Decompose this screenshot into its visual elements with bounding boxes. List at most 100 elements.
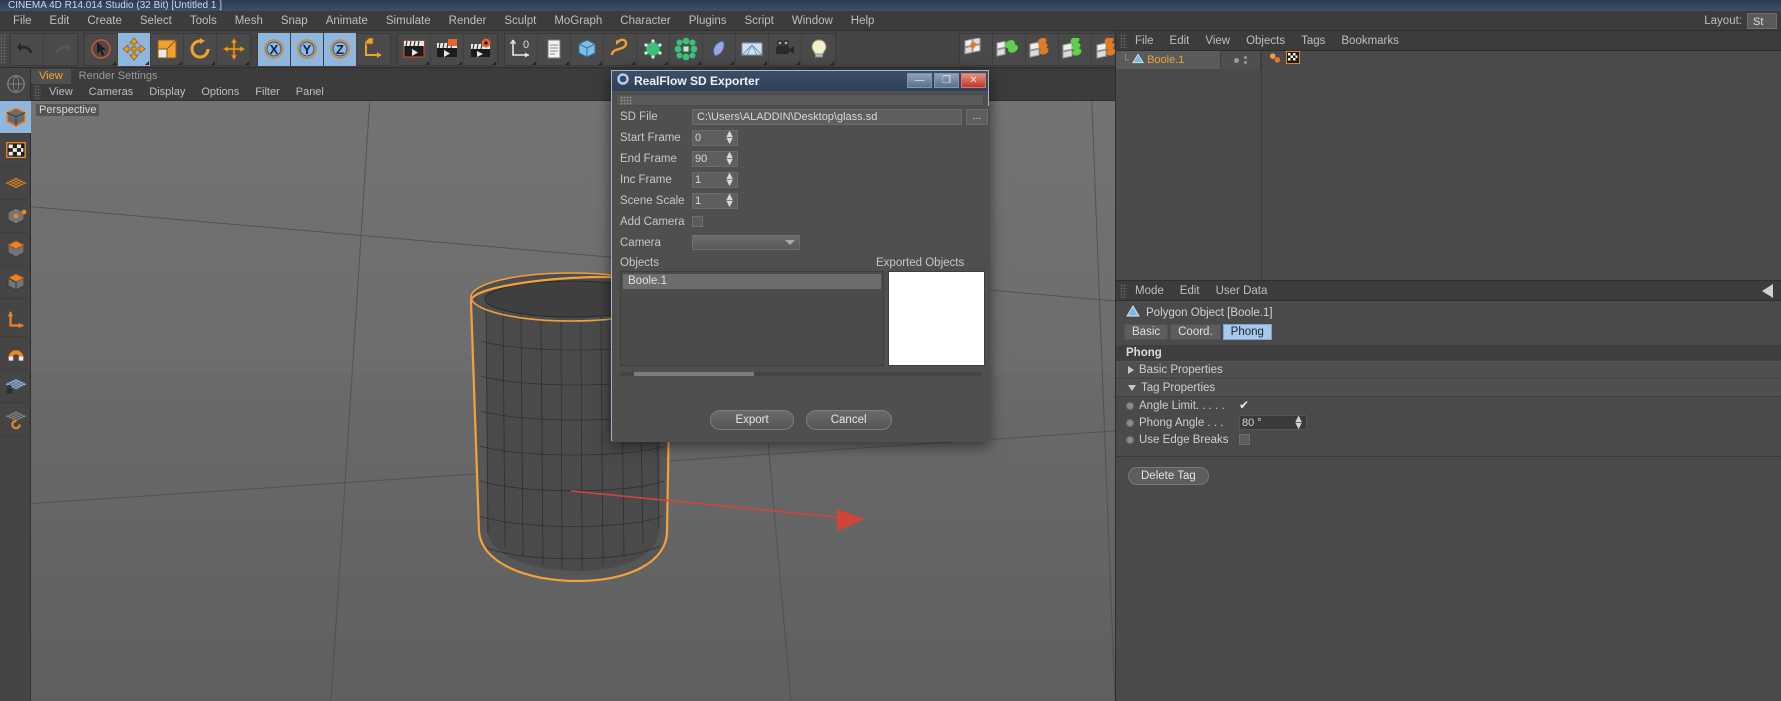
menu-item-edit[interactable]: Edit [41,13,79,29]
spinner-icon[interactable]: ▲ ▼ [724,149,735,167]
object-visibility-dots[interactable] [1221,51,1261,69]
array-modelling-button[interactable] [670,32,703,66]
scene-scale-input[interactable]: 1 ▲ ▼ [692,191,738,209]
tab-phong[interactable]: Phong [1222,324,1272,340]
viewport-menu-grip[interactable] [34,85,41,99]
viewport-menu-cameras[interactable]: Cameras [81,85,142,99]
viewport-tab-view[interactable]: View [31,69,71,84]
object-name-cell[interactable]: └ Boole.1 [1116,51,1221,69]
viewport-menu-panel[interactable]: Panel [288,85,332,99]
object-manager-grip[interactable] [1120,33,1127,48]
edge-snap-button[interactable] [1026,32,1059,66]
group-basic-properties[interactable]: Basic Properties [1116,361,1781,379]
modelling-axis-button[interactable] [217,33,250,66]
layout-value[interactable]: St [1747,13,1777,29]
lock-x-axis-button[interactable]: X [258,32,291,66]
start-frame-input[interactable]: 0 ▲ ▼ [692,128,738,146]
scale-tool-button[interactable] [151,32,184,66]
world-object-axis-button[interactable] [357,33,390,66]
menu-item-character[interactable]: Character [611,13,680,29]
menu-item-simulate[interactable]: Simulate [377,13,440,29]
environment-button[interactable] [736,32,769,66]
render-view-button[interactable] [398,32,431,66]
menu-item-help[interactable]: Help [842,13,884,29]
sd-file-input[interactable]: C:\Users\ALADDIN\Desktop\glass.sd [692,108,962,125]
object-axis-mode-button[interactable] [0,266,31,299]
null-object-button[interactable]: 0 [505,32,538,66]
dialog-grip-dots[interactable] [620,95,632,105]
group-tag-properties[interactable]: Tag Properties [1116,379,1781,397]
layout-selector[interactable]: Layout: St [1704,13,1777,29]
dialog-maximize-button[interactable]: ❐ [934,73,959,88]
live-selection-button[interactable] [85,32,118,66]
object-menu-edit[interactable]: Edit [1162,34,1198,48]
dialog-horizontal-scrollbar[interactable] [620,372,982,376]
lock-workplane-button[interactable] [0,370,31,403]
end-frame-input[interactable]: 90 ▲ ▼ [692,149,738,167]
tab-basic[interactable]: Basic [1124,324,1169,340]
export-button[interactable]: Export [710,410,794,430]
object-manager-tree[interactable]: └ Boole.1 [1116,51,1781,279]
object-row-boole1[interactable]: └ Boole.1 [1116,51,1781,69]
floor-object-button[interactable] [538,32,571,66]
objects-list-item[interactable]: Boole.1 [623,274,881,289]
viewport-menu-options[interactable]: Options [193,85,247,99]
cancel-button[interactable]: Cancel [805,410,892,430]
vertex-snap-button[interactable] [993,32,1026,66]
camera-button[interactable] [769,32,802,66]
object-menu-objects[interactable]: Objects [1238,34,1293,48]
make-editable-button[interactable] [0,68,31,101]
dialog-minimize-button[interactable]: — [907,73,932,88]
planar-workplane-button[interactable] [0,403,31,436]
enable-axis-modification-button[interactable] [0,304,31,337]
render-settings-button[interactable] [464,33,497,66]
object-menu-file[interactable]: File [1127,34,1162,48]
menu-item-snap[interactable]: Snap [272,13,317,29]
menu-item-mograph[interactable]: MoGraph [545,13,611,29]
texture-mode-button[interactable] [0,134,31,167]
menu-item-script[interactable]: Script [735,13,782,29]
toolbar-grip[interactable] [0,34,7,64]
dialog-scrollbar-thumb[interactable] [634,372,754,376]
spinner-icon[interactable]: ▲ ▼ [1293,413,1304,431]
render-picture-viewer-button[interactable] [431,32,464,66]
menu-item-sculpt[interactable]: Sculpt [495,13,545,29]
menu-item-file[interactable]: File [4,13,41,29]
polygons-mode-button[interactable] [0,233,31,266]
attr-menu-mode[interactable]: Mode [1127,284,1172,298]
viewport-menu-display[interactable]: Display [141,85,193,99]
tab-coord[interactable]: Coord. [1170,324,1221,340]
viewport-menu-filter[interactable]: Filter [247,85,287,99]
spline-button[interactable] [604,32,637,66]
menu-item-render[interactable]: Render [440,13,496,29]
cube-primitive-button[interactable] [571,32,604,66]
spinner-icon[interactable]: ▲ ▼ [724,170,735,188]
dialog-menu-grip-row[interactable] [616,94,984,106]
texture-tag-icon[interactable] [1269,51,1282,69]
redo-button[interactable] [44,33,77,66]
objects-list[interactable]: Boole.1 [620,271,884,366]
polygon-snap-button[interactable] [1059,32,1092,66]
deformer-button[interactable] [703,32,736,66]
menu-item-select[interactable]: Select [131,13,181,29]
object-menu-bookmarks[interactable]: Bookmarks [1333,34,1407,48]
lock-y-axis-button[interactable]: Y [291,32,324,66]
points-mode-button[interactable] [0,167,31,200]
rotate-tool-button[interactable] [184,32,217,66]
edges-mode-button[interactable] [0,200,31,233]
attribute-manager-grip[interactable] [1120,283,1127,298]
object-tag-strip[interactable] [1261,51,1300,69]
viewport-menu-view[interactable]: View [41,85,81,99]
attr-menu-edit[interactable]: Edit [1172,284,1208,298]
object-menu-view[interactable]: View [1197,34,1238,48]
spinner-icon[interactable]: ▲ ▼ [724,191,735,209]
render-visibility-dots[interactable] [1244,56,1247,64]
viewport-tab-render-settings[interactable]: Render Settings [71,69,166,84]
delete-tag-button[interactable]: Delete Tag [1128,467,1209,485]
menu-item-plugins[interactable]: Plugins [680,13,736,29]
attribute-manager-back-arrow-icon[interactable] [1762,284,1773,298]
phong-tag-icon[interactable] [1286,51,1300,69]
menu-item-create[interactable]: Create [78,13,131,29]
camera-select[interactable] [692,235,800,250]
angle-limit-checkbox[interactable]: ✔ [1239,399,1249,411]
